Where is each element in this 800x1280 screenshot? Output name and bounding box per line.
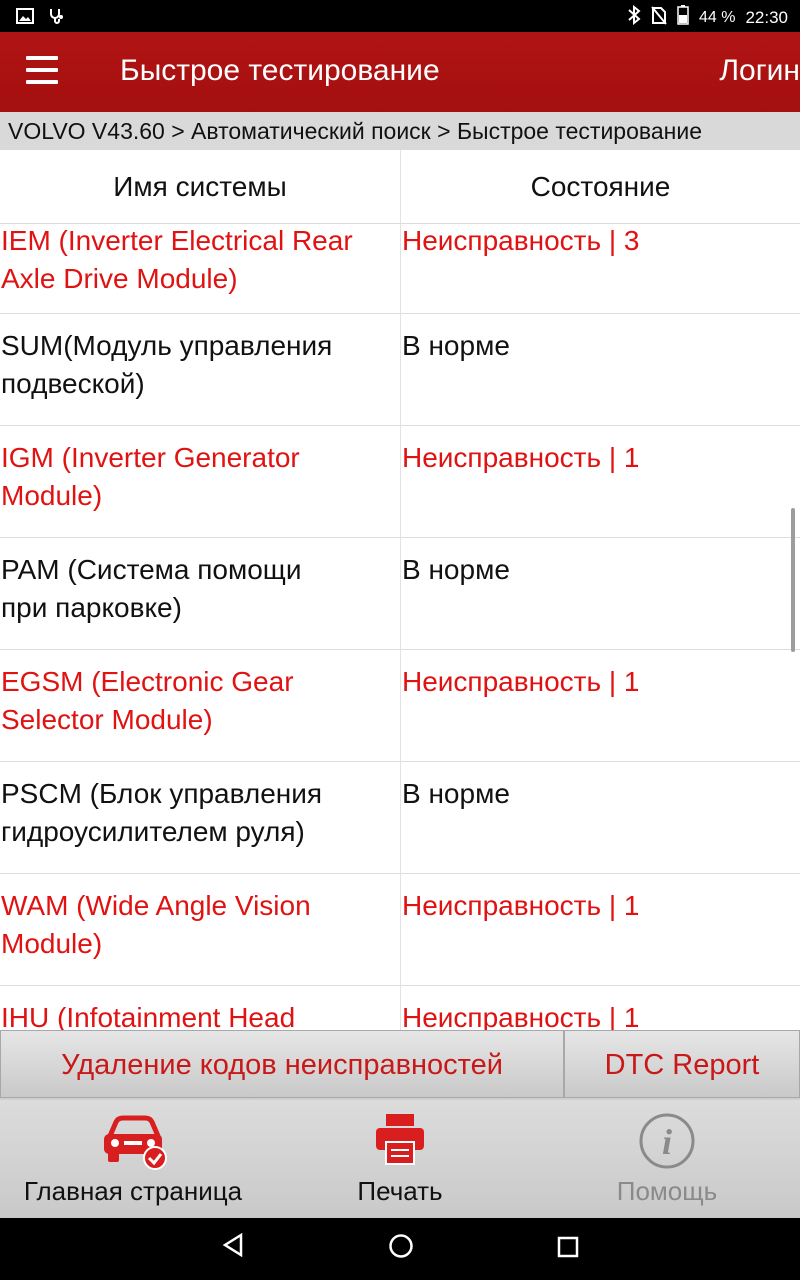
system-name-line2: при парковке) bbox=[1, 592, 182, 623]
system-name-line1: PSCM (Блок управления bbox=[1, 778, 323, 809]
bluetooth-icon bbox=[627, 4, 641, 30]
page-title: Быстрое тестирование bbox=[120, 54, 440, 87]
system-name-cell: WAM (Wide Angle Vision Module) bbox=[1, 887, 397, 963]
battery-percent: 44 % bbox=[698, 8, 736, 26]
clear-dtc-button[interactable]: Удаление кодов неисправностей bbox=[0, 1030, 564, 1098]
column-divider bbox=[400, 874, 401, 986]
no-sim-icon bbox=[651, 5, 667, 30]
column-divider bbox=[400, 762, 401, 874]
system-name-line2: Module) bbox=[1, 928, 103, 959]
system-name-line1: WAM (Wide Angle Vision bbox=[1, 890, 311, 921]
system-name-line1: IGM (Inverter Generator bbox=[1, 442, 300, 473]
action-bar: Удаление кодов неисправностей DTC Report bbox=[0, 1030, 800, 1100]
bottom-nav: Главная страница Печать i Помощь bbox=[0, 1100, 800, 1218]
system-name-line1: IEM (Inverter Electrical Rear bbox=[1, 225, 353, 256]
menu-icon[interactable] bbox=[26, 54, 58, 90]
system-list[interactable]: IEM (Inverter Electrical Rear Axle Drive… bbox=[0, 224, 800, 1030]
system-name-line2: Module) bbox=[1, 480, 103, 511]
system-name-line1: SUM(Модуль управления bbox=[1, 330, 333, 361]
system-name-cell: PAM (Система помощи при парковке) bbox=[1, 551, 397, 627]
system-name-line2: Selector Module) bbox=[1, 704, 213, 735]
status-bar: 44 % 22:30 bbox=[0, 0, 800, 32]
table-row[interactable]: SUM(Модуль управления подвеской) В норме bbox=[0, 314, 800, 426]
system-status-cell: Неисправность | 1 bbox=[402, 890, 640, 921]
system-name-cell: SUM(Модуль управления подвеской) bbox=[1, 327, 397, 403]
column-divider bbox=[400, 538, 401, 650]
table-row[interactable]: IHU (Infotainment Head Неисправность | 1 bbox=[0, 986, 800, 1030]
system-status-cell: В норме bbox=[402, 330, 510, 361]
info-icon: i bbox=[639, 1113, 695, 1169]
system-status-cell: Неисправность | 1 bbox=[402, 666, 640, 697]
system-status-cell: Неисправность | 1 bbox=[402, 442, 640, 473]
column-divider bbox=[400, 986, 401, 1030]
app-bar: Быстрое тестирование Логин bbox=[0, 32, 800, 112]
system-status-cell: В норме bbox=[402, 778, 510, 809]
svg-text:i: i bbox=[662, 1122, 672, 1162]
column-header-system-name: Имя системы bbox=[113, 171, 287, 202]
nav-print-button[interactable]: Печать bbox=[266, 1100, 534, 1218]
system-name-cell: EGSM (Electronic Gear Selector Module) bbox=[1, 663, 397, 739]
breadcrumb: VOLVO V43.60 > Автоматический поиск > Бы… bbox=[0, 112, 800, 150]
table-header: Имя системы Состояние bbox=[0, 150, 800, 224]
battery-icon bbox=[677, 5, 689, 30]
home-icon[interactable] bbox=[388, 1233, 414, 1264]
back-icon[interactable] bbox=[222, 1232, 244, 1262]
column-header-status: Состояние bbox=[530, 171, 671, 202]
system-status-cell: В норме bbox=[402, 554, 510, 585]
system-status-cell: Неисправность | 1 bbox=[402, 1002, 640, 1030]
nav-help-label: Помощь bbox=[616, 1176, 718, 1206]
system-name-cell: PSCM (Блок управления гидроусилителем ру… bbox=[1, 775, 397, 851]
column-divider bbox=[400, 314, 401, 426]
table-row[interactable]: IEM (Inverter Electrical Rear Axle Drive… bbox=[0, 224, 800, 314]
nav-print-label: Печать bbox=[357, 1176, 443, 1206]
car-check-icon bbox=[104, 1115, 167, 1170]
clock: 22:30 bbox=[745, 7, 788, 27]
dtc-report-button[interactable]: DTC Report bbox=[564, 1030, 800, 1098]
printer-icon bbox=[376, 1114, 424, 1165]
usb-stethoscope-icon bbox=[48, 7, 66, 30]
system-name-cell: IGM (Inverter Generator Module) bbox=[1, 439, 397, 515]
table-row[interactable]: PAM (Система помощи при парковке) В норм… bbox=[0, 538, 800, 650]
system-nav-bar bbox=[0, 1218, 800, 1280]
table-row[interactable]: EGSM (Electronic Gear Selector Module) Н… bbox=[0, 650, 800, 762]
column-divider bbox=[400, 224, 401, 314]
system-name-line1: EGSM (Electronic Gear bbox=[1, 666, 294, 697]
column-divider bbox=[400, 650, 401, 762]
nav-home-button[interactable]: Главная страница bbox=[0, 1100, 266, 1218]
image-icon bbox=[16, 8, 34, 29]
system-name-line2: подвеской) bbox=[1, 368, 145, 399]
system-name-line2: гидроусилителем руля) bbox=[1, 816, 305, 847]
column-divider bbox=[400, 426, 401, 538]
table-row[interactable]: WAM (Wide Angle Vision Module) Неисправн… bbox=[0, 874, 800, 986]
system-name-line1: IHU (Infotainment Head bbox=[1, 1002, 296, 1030]
scrollbar[interactable] bbox=[791, 508, 795, 652]
nav-help-button[interactable]: i Помощь bbox=[534, 1100, 800, 1218]
recent-apps-icon[interactable] bbox=[557, 1236, 579, 1263]
login-button[interactable]: Логин bbox=[719, 54, 800, 88]
nav-home-label: Главная страница bbox=[23, 1176, 243, 1206]
system-name-line1: PAM (Система помощи bbox=[1, 554, 302, 585]
table-row[interactable]: PSCM (Блок управления гидроусилителем ру… bbox=[0, 762, 800, 874]
table-row[interactable]: IGM (Inverter Generator Module) Неисправ… bbox=[0, 426, 800, 538]
system-name-line2: Axle Drive Module) bbox=[1, 263, 238, 294]
system-name-cell: IHU (Infotainment Head bbox=[1, 999, 397, 1030]
system-status-cell: Неисправность | 3 bbox=[402, 225, 640, 256]
system-name-cell: IEM (Inverter Electrical Rear Axle Drive… bbox=[1, 224, 397, 298]
